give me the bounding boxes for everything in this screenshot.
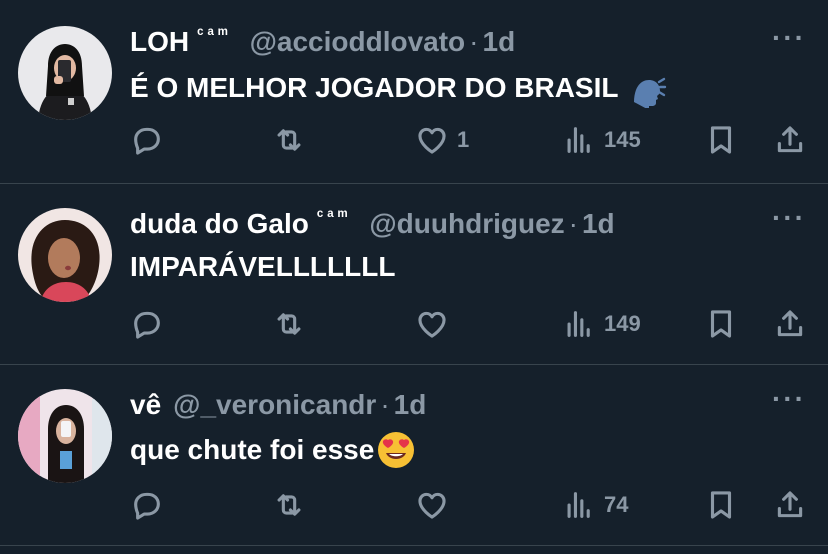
views-icon [562,123,596,157]
retweet-button[interactable] [272,302,306,346]
like-button[interactable] [415,302,457,346]
bookmark-button[interactable] [704,302,738,346]
tweet-actions: 149 [0,302,828,346]
view-count: 149 [604,311,641,336]
separator: · [568,208,578,239]
tweet-text-content: que chute foi esse [130,434,375,465]
views-button[interactable]: 145 [562,118,641,162]
bookmark-button[interactable] [704,118,738,162]
views-button[interactable]: 74 [562,483,628,527]
tweet-text: É O MELHOR JOGADOR DO BRASIL [130,68,668,108]
avatar[interactable] [18,208,112,302]
user-handle[interactable]: @accioddlovato [250,24,466,60]
reply-button[interactable] [130,118,164,162]
reply-icon [130,307,164,341]
bookmark-icon [704,307,738,341]
share-button[interactable] [773,483,807,527]
like-button[interactable] [415,483,457,527]
tweet[interactable]: duda do Galo ᶜᵃᵐ @duuhdriguez · 1d ··· I… [0,184,828,365]
tweet[interactable]: vê @_veronicandr · 1d ··· que chute foi … [0,365,828,546]
heart-icon [415,488,449,522]
bookmark-button[interactable] [704,483,738,527]
view-count: 145 [604,127,641,152]
retweet-icon [272,123,306,157]
display-name[interactable]: LOH [130,24,189,60]
more-options-icon[interactable]: ··· [772,385,806,413]
tweet[interactable]: LOH ᶜᵃᵐ @accioddlovato · 1d ··· É O MELH… [0,0,828,184]
more-options-icon[interactable]: ··· [772,24,806,52]
tweet-feed: LOH ᶜᵃᵐ @accioddlovato · 1d ··· É O MELH… [0,0,828,554]
tweet-header: LOH ᶜᵃᵐ @accioddlovato · 1d [130,24,515,60]
user-handle[interactable]: @_veronicandr [173,387,376,423]
tweet-actions: 74 [0,483,828,527]
timestamp[interactable]: 1d [483,24,516,60]
bookmark-icon [704,123,738,157]
views-button[interactable]: 149 [562,302,641,346]
reply-icon [130,123,164,157]
tweet-text-content: É O MELHOR JOGADOR DO BRASIL [130,72,619,103]
reply-button[interactable] [130,483,164,527]
avatar[interactable] [18,26,112,120]
display-name[interactable]: vê [130,387,161,423]
tweet-header: vê @_veronicandr · 1d [130,387,426,423]
retweet-button[interactable] [272,483,306,527]
retweet-icon [272,307,306,341]
retweet-icon [272,488,306,522]
share-button[interactable] [773,302,807,346]
share-icon [773,123,807,157]
bookmark-icon [704,488,738,522]
views-icon [562,307,596,341]
timestamp[interactable]: 1d [582,206,615,242]
view-count: 74 [604,492,629,517]
heart-icon [415,307,449,341]
display-name[interactable]: duda do Galo [130,206,309,242]
tweet-text: que chute foi esse [130,430,416,470]
tweet-actions: 1 145 [0,118,828,162]
like-button[interactable]: 1 [415,118,469,162]
heart-eyes-emoji-icon [376,430,416,470]
share-icon [773,488,807,522]
avatar[interactable] [18,389,112,483]
more-options-icon[interactable]: ··· [772,204,806,232]
timestamp[interactable]: 1d [394,387,427,423]
reply-icon [130,488,164,522]
tweet-text: IMPARÁVELLLLLLL [130,249,395,285]
reply-button[interactable] [130,302,164,346]
like-count: 1 [457,127,470,152]
share-button[interactable] [773,118,807,162]
name-badge: ᶜᵃᵐ [197,24,232,43]
views-icon [562,488,596,522]
heart-icon [415,123,449,157]
tweet-text-content: IMPARÁVELLLLLLL [130,251,396,282]
speaking-head-emoji-icon [628,68,668,108]
user-handle[interactable]: @duuhdriguez [369,206,564,242]
separator: · [380,389,390,420]
name-badge: ᶜᵃᵐ [316,206,352,225]
tweet-header: duda do Galo ᶜᵃᵐ @duuhdriguez · 1d [130,206,615,242]
separator: · [469,26,479,57]
retweet-button[interactable] [272,118,306,162]
share-icon [773,307,807,341]
